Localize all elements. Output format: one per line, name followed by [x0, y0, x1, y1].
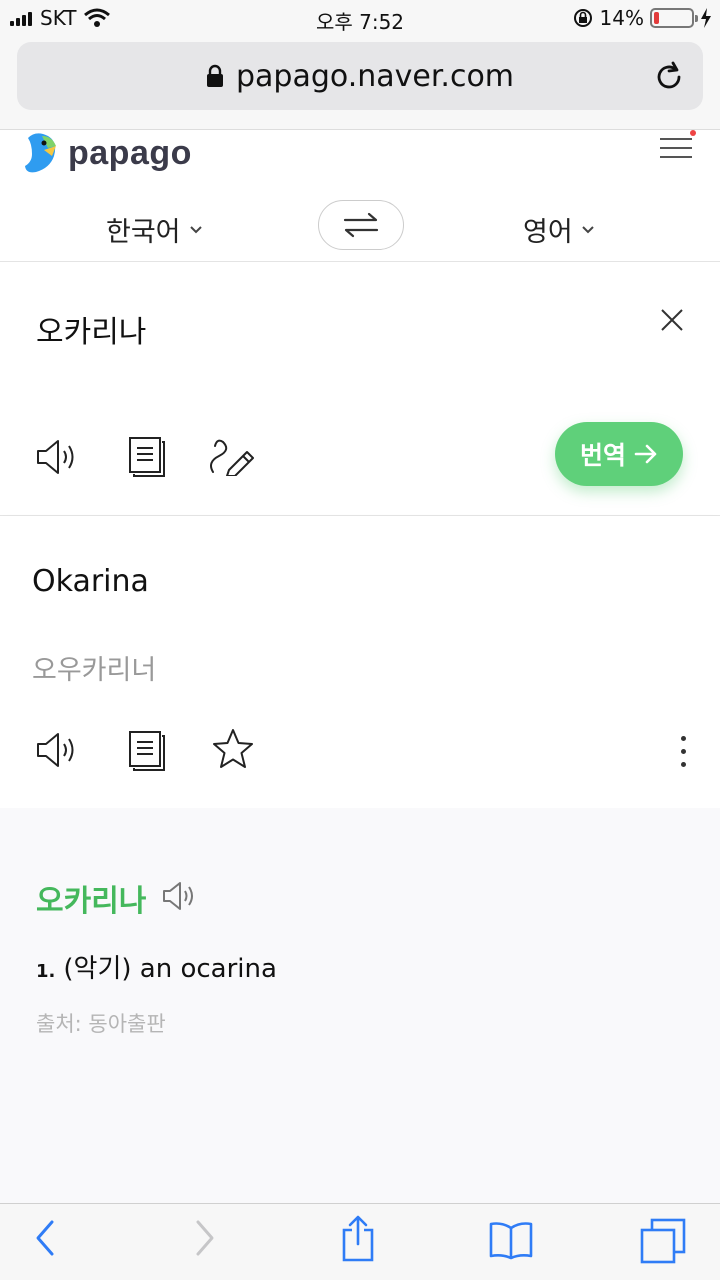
share-icon[interactable]: [340, 1214, 376, 1262]
copy-icon[interactable]: [128, 436, 168, 478]
back-icon[interactable]: [34, 1218, 58, 1258]
logo[interactable]: papago: [22, 132, 192, 174]
swap-icon: [343, 212, 379, 238]
close-icon[interactable]: [660, 308, 684, 332]
result-text: Okarina: [32, 564, 149, 599]
lock-icon: [206, 64, 223, 87]
dictionary-definition: 1. (악기) an ocarina: [36, 948, 277, 985]
tabs-icon[interactable]: [640, 1218, 686, 1264]
translate-button[interactable]: 번역: [555, 422, 683, 486]
logo-text: papago: [68, 133, 192, 172]
browser-bar: papago.naver.com: [0, 36, 720, 130]
definition-text: (악기) an ocarina: [63, 954, 277, 984]
dictionary-word: 오카리나: [36, 884, 147, 919]
forward-icon[interactable]: [192, 1218, 216, 1258]
papago-logo-icon: [25, 133, 56, 173]
target-lang-label: 영어: [523, 217, 573, 248]
translate-label: 번역: [579, 441, 626, 470]
notification-dot: [690, 130, 696, 136]
app-header: papago 한국어 영어: [0, 130, 720, 262]
swap-button[interactable]: [318, 200, 404, 250]
handwriting-icon[interactable]: [209, 436, 255, 476]
speaker-icon[interactable]: [36, 730, 80, 770]
speaker-icon[interactable]: [162, 880, 198, 912]
menu-icon[interactable]: [660, 130, 696, 160]
browser-toolbar: [0, 1203, 720, 1280]
url-text: papago.naver.com: [235, 58, 515, 94]
status-bar: SKT 오후 7:52 14%: [0, 0, 720, 36]
status-right: 14%: [572, 6, 712, 30]
battery-fill: [654, 12, 659, 24]
target-lang-select[interactable]: 영어: [523, 210, 595, 249]
source-panel: 오카리나 번역: [0, 262, 720, 516]
battery-icon: [650, 8, 698, 28]
reload-icon[interactable]: [654, 60, 684, 92]
more-vertical-icon[interactable]: [681, 736, 686, 767]
star-icon[interactable]: [212, 728, 254, 770]
source-lang-label: 한국어: [106, 217, 181, 248]
source-lang-select[interactable]: 한국어: [106, 210, 203, 249]
dictionary-section: 오카리나 1. (악기) an ocarina 출처: 동아출판: [0, 808, 720, 1203]
chevron-down-icon: [581, 225, 594, 233]
charging-icon: [701, 8, 711, 28]
source-textarea[interactable]: 오카리나: [36, 307, 146, 351]
arrow-right-icon: [634, 444, 657, 464]
address-bar[interactable]: papago.naver.com: [17, 42, 703, 110]
copy-icon[interactable]: [128, 730, 168, 772]
orientation-lock-icon: [573, 9, 592, 27]
result-panel: Okarina 오우카리너: [0, 516, 720, 808]
bookmarks-icon[interactable]: [488, 1220, 534, 1260]
battery-percent: 14%: [599, 6, 644, 30]
dictionary-source: 출처: 동아출판: [36, 1012, 166, 1036]
definition-number: 1.: [36, 961, 56, 982]
speaker-icon[interactable]: [36, 437, 80, 477]
chevron-down-icon: [189, 225, 202, 233]
pronunciation-text: 오우카리너: [32, 655, 157, 686]
